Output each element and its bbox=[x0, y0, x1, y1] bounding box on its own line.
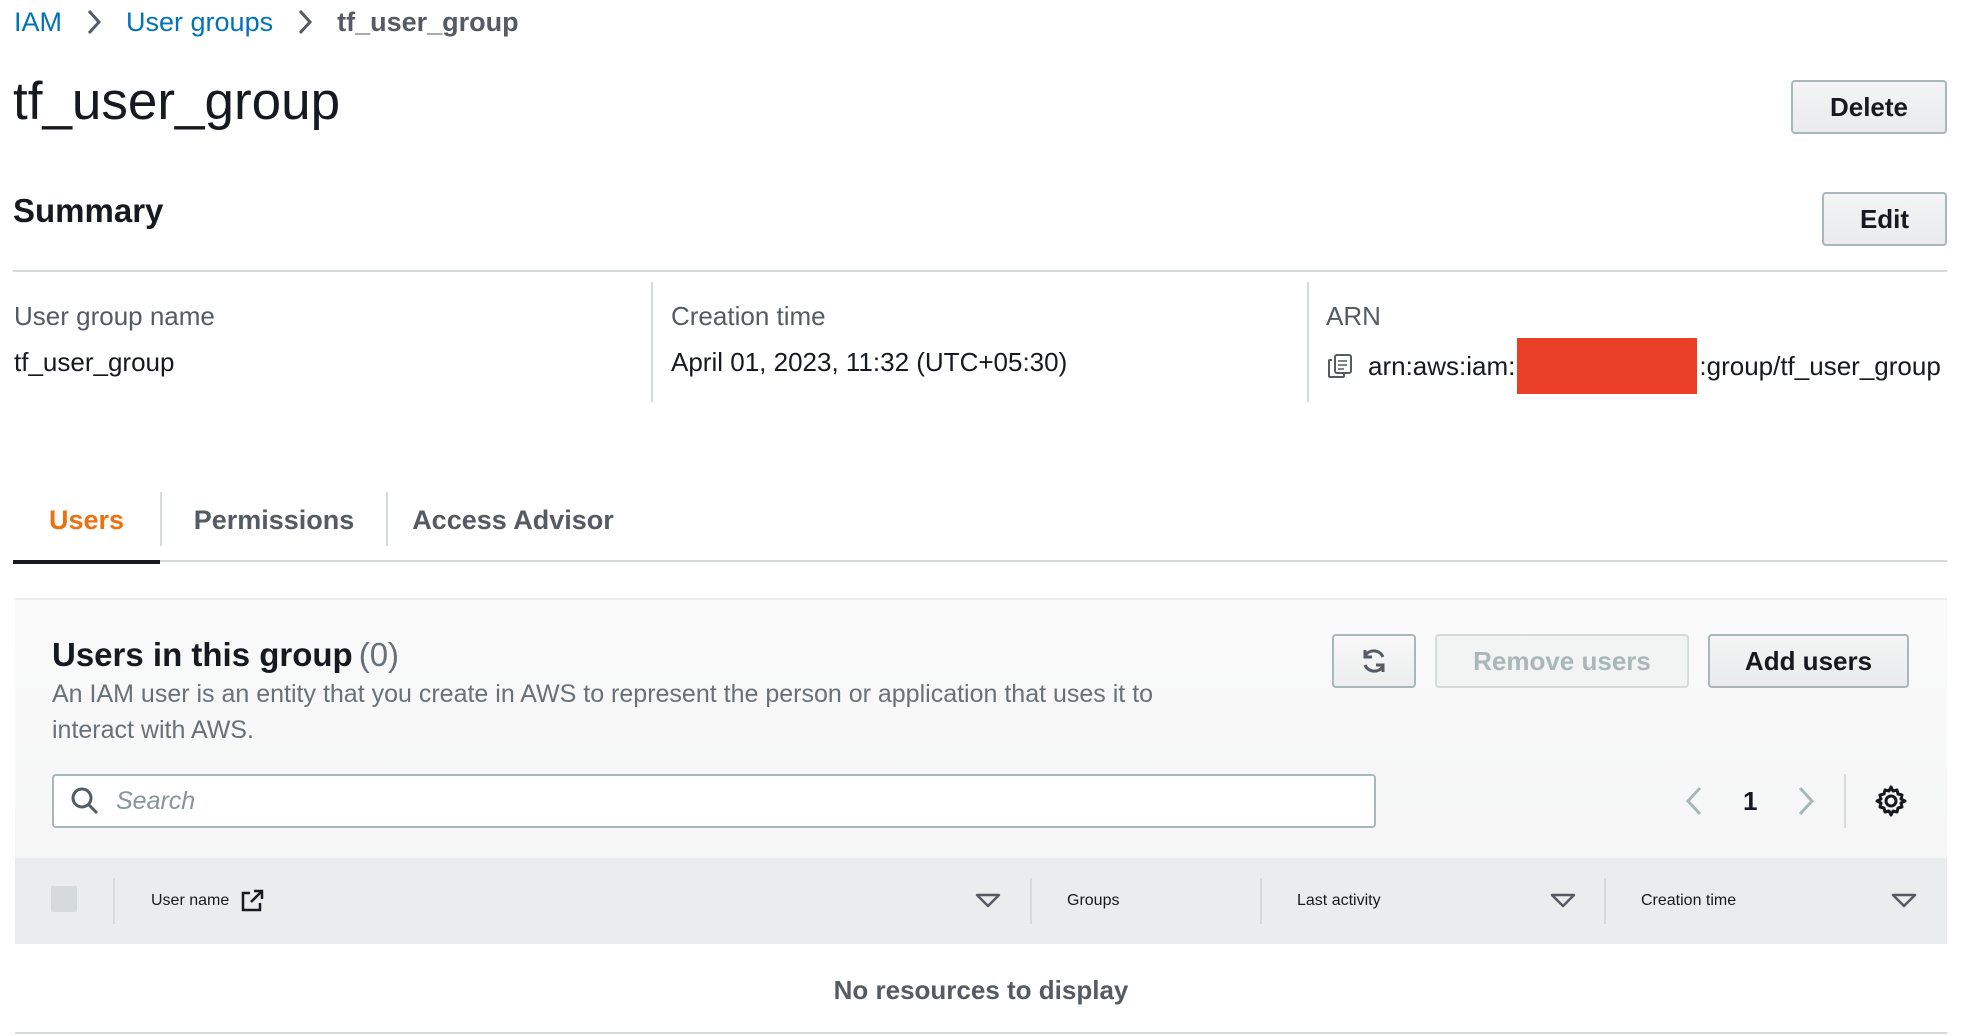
field-label: Creation time bbox=[671, 301, 826, 331]
summary-field-creation-time: Creation time April 01, 2023, 11:32 (UTC… bbox=[671, 300, 1067, 378]
breadcrumb-user-groups-link[interactable]: User groups bbox=[126, 7, 273, 38]
users-count: (0) bbox=[358, 636, 400, 673]
arn-prefix: arn:aws:iam: bbox=[1368, 351, 1516, 381]
summary-divider bbox=[13, 270, 1947, 272]
pagination-page-number[interactable]: 1 bbox=[1743, 778, 1757, 824]
sort-caret-icon[interactable] bbox=[1891, 888, 1917, 914]
chevron-right-icon bbox=[291, 8, 319, 36]
column-header-last-activity[interactable]: Last activity bbox=[1297, 858, 1381, 944]
copy-icon[interactable] bbox=[1326, 352, 1354, 380]
breadcrumb-iam-link[interactable]: IAM bbox=[14, 7, 62, 38]
tab-access-advisor[interactable]: Access Advisor bbox=[388, 478, 638, 562]
table-bottom-divider bbox=[15, 1032, 1947, 1034]
tab-permissions[interactable]: Permissions bbox=[162, 478, 386, 562]
redacted-account-id bbox=[1517, 338, 1698, 394]
tab-users[interactable]: Users bbox=[13, 478, 160, 564]
edit-button[interactable]: Edit bbox=[1822, 192, 1947, 246]
sort-caret-icon[interactable] bbox=[1550, 888, 1576, 914]
field-value: April 01, 2023, 11:32 (UTC+05:30) bbox=[671, 347, 1068, 377]
field-label: User group name bbox=[14, 301, 215, 331]
delete-button[interactable]: Delete bbox=[1791, 80, 1947, 134]
column-label: User name bbox=[151, 892, 230, 909]
column-divider bbox=[651, 282, 653, 402]
gear-icon[interactable] bbox=[1874, 784, 1908, 818]
empty-state-message: No resources to display bbox=[833, 974, 1129, 1005]
summary-heading: Summary bbox=[13, 192, 164, 229]
search-input[interactable] bbox=[116, 776, 1374, 826]
users-panel-title: Users in this group bbox=[52, 636, 353, 673]
chevron-right-icon bbox=[80, 8, 108, 36]
pagination-previous[interactable] bbox=[1684, 778, 1714, 824]
column-divider bbox=[1307, 282, 1309, 402]
refresh-button[interactable] bbox=[1332, 634, 1416, 688]
search-field[interactable] bbox=[52, 774, 1376, 828]
refresh-icon bbox=[1359, 646, 1389, 676]
sort-caret-icon[interactable] bbox=[975, 888, 1001, 914]
search-icon bbox=[70, 786, 100, 816]
arn-suffix: :group/tf_user_group bbox=[1699, 351, 1941, 381]
breadcrumb-current: tf_user_group bbox=[337, 6, 519, 37]
breadcrumb: IAM User groups tf_user_group bbox=[14, 6, 519, 38]
column-header-user-name[interactable]: User name bbox=[151, 858, 265, 944]
column-divider bbox=[1604, 878, 1606, 924]
chevron-left-icon bbox=[1685, 786, 1702, 816]
pagination-next[interactable] bbox=[1796, 778, 1826, 824]
page-title: tf_user_group bbox=[13, 72, 341, 131]
summary-field-arn: ARN arn:aws:iam: :group/tf_user_group bbox=[1326, 300, 1941, 394]
arn-value: arn:aws:iam: :group/tf_user_group bbox=[1326, 338, 1941, 394]
add-users-button[interactable]: Add users bbox=[1708, 634, 1909, 688]
users-panel-heading: Users in this group (0) bbox=[52, 636, 399, 674]
field-value: tf_user_group bbox=[14, 347, 175, 377]
column-divider bbox=[113, 878, 115, 924]
external-link-icon bbox=[239, 888, 265, 914]
users-panel-description: An IAM user is an entity that you create… bbox=[52, 680, 1154, 744]
column-header-groups[interactable]: Groups bbox=[1067, 858, 1119, 944]
column-header-creation-time[interactable]: Creation time bbox=[1641, 858, 1736, 944]
field-label: ARN bbox=[1326, 301, 1381, 331]
select-all-checkbox[interactable] bbox=[51, 886, 77, 912]
tab-bar: Users Permissions Access Advisor bbox=[13, 478, 1947, 564]
table-header: User name Groups Last activity Creation … bbox=[15, 858, 1947, 944]
pagination-divider bbox=[1844, 774, 1846, 828]
column-divider bbox=[1030, 878, 1032, 924]
chevron-right-icon bbox=[1798, 786, 1815, 816]
summary-field-group-name: User group name tf_user_group bbox=[14, 300, 215, 378]
column-divider bbox=[1260, 878, 1262, 924]
remove-users-button[interactable]: Remove users bbox=[1435, 634, 1689, 688]
